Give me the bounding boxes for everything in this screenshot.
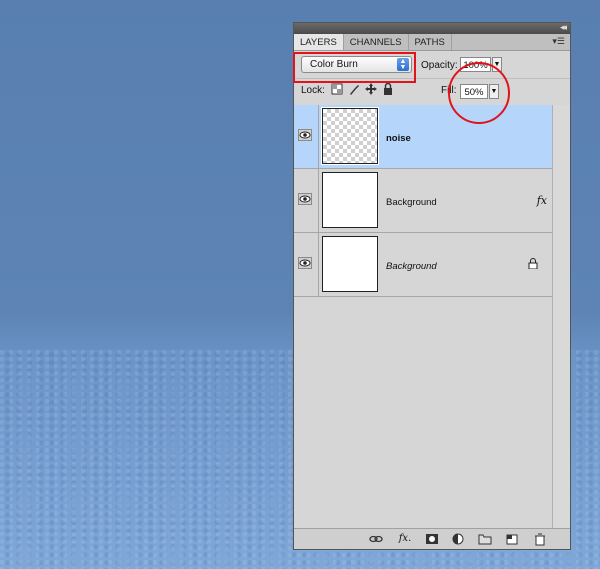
tab-channels[interactable]: CHANNELS [344,34,409,50]
tab-layers[interactable]: LAYERS [294,34,344,50]
panel-tabs: LAYERS CHANNELS PATHS ▾☰ [294,34,570,51]
visibility-cell[interactable] [294,233,319,296]
layers-panel: ◂◂ LAYERS CHANNELS PATHS ▾☰ Color Burn ▲… [293,22,571,550]
layers-list: noise Background fx Background [294,105,552,297]
layer-row-noise[interactable]: noise [294,105,552,169]
new-group-icon[interactable] [478,532,492,546]
layer-row-background-locked[interactable]: Background [294,233,552,297]
panel-bottom-bar: fx. [294,528,570,549]
panel-menu-icon[interactable]: ▾☰ [552,36,565,47]
lock-icon [528,258,538,270]
eye-icon[interactable] [298,257,312,269]
visibility-cell[interactable] [294,169,319,232]
layer-name[interactable]: Background [386,197,437,208]
fill-highlight-circle [448,62,510,124]
collapse-icon[interactable]: ◂◂ [560,22,567,33]
lock-transparent-pixels-icon[interactable] [331,83,343,95]
lock-options [331,82,394,95]
adjustment-layer-icon[interactable] [451,532,465,546]
add-layer-style-icon[interactable]: fx. [398,532,412,546]
layer-thumbnail[interactable] [322,172,378,228]
fx-icon[interactable]: fx [537,194,547,207]
visibility-cell[interactable] [294,105,319,168]
layer-thumbnail[interactable] [322,236,378,292]
opacity-label: Opacity: [421,60,458,71]
delete-layer-icon[interactable] [533,532,547,546]
new-layer-icon[interactable] [505,532,519,546]
tab-paths[interactable]: PATHS [409,34,452,50]
lock-label: Lock: [301,85,325,96]
eye-icon[interactable] [298,193,312,205]
layer-row-background-fx[interactable]: Background fx [294,169,552,233]
lock-all-icon[interactable] [382,82,394,95]
lock-position-icon[interactable] [365,83,377,95]
layers-scrollbar[interactable] [552,105,570,529]
eye-icon[interactable] [298,129,312,141]
add-mask-icon[interactable] [425,532,439,546]
panel-titlebar[interactable]: ◂◂ [294,22,570,34]
layer-name[interactable]: noise [386,133,411,144]
lock-image-pixels-icon[interactable] [348,83,360,95]
blend-mode-highlight [293,52,416,83]
link-layers-icon[interactable] [369,532,383,546]
layer-thumbnail[interactable] [321,107,379,165]
layer-name[interactable]: Background [386,261,437,272]
